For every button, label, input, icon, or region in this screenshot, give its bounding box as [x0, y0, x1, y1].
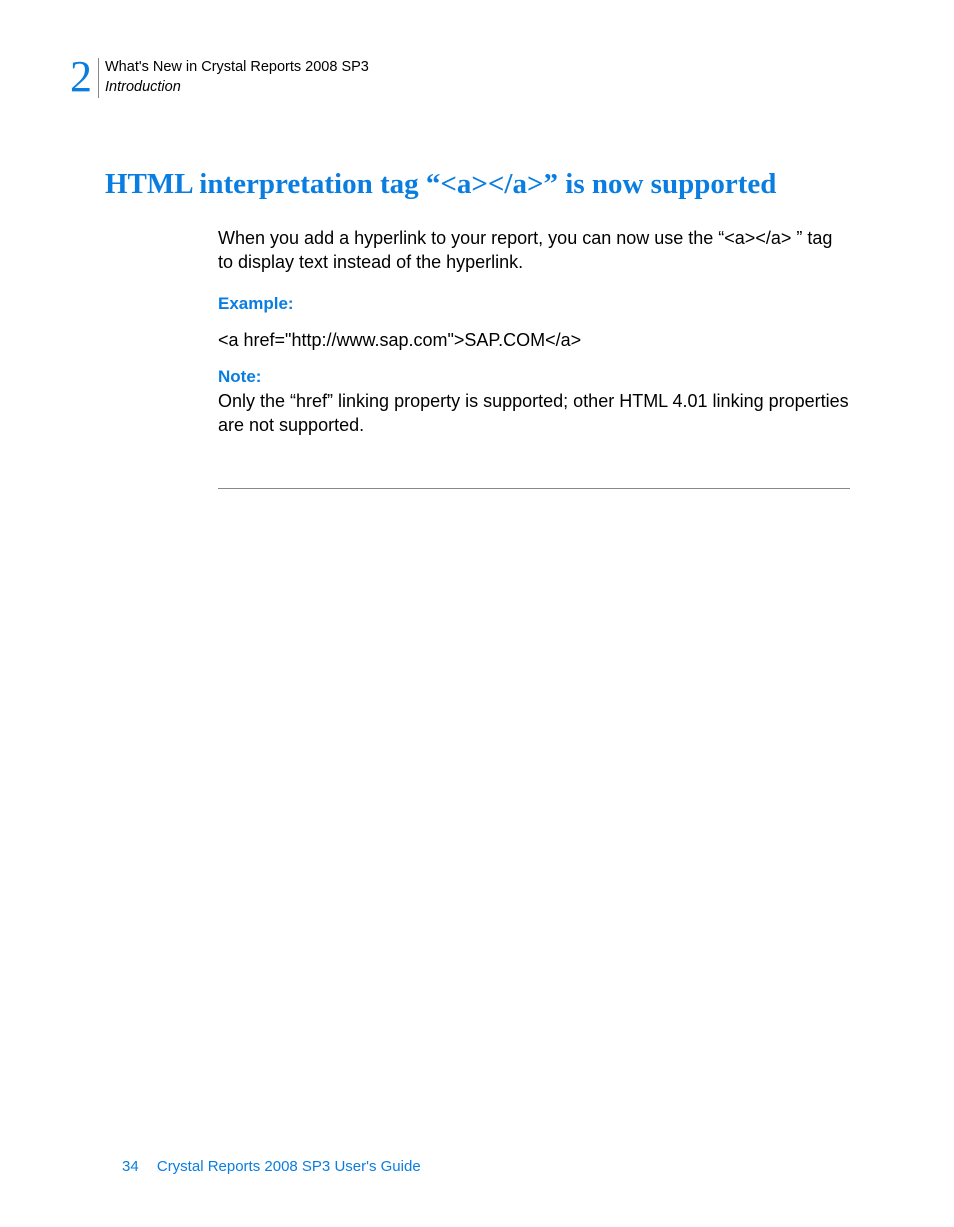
section-divider: [218, 488, 850, 489]
page-header: 2 What's New in Crystal Reports 2008 SP3…: [70, 55, 369, 99]
section-heading: HTML interpretation tag “<a></a>” is now…: [105, 168, 776, 201]
page-footer: 34 Crystal Reports 2008 SP3 User's Guide: [122, 1158, 421, 1175]
intro-paragraph: When you add a hyperlink to your report,…: [218, 226, 850, 275]
breadcrumb: What's New in Crystal Reports 2008 SP3: [105, 58, 369, 78]
example-label: Example:: [218, 293, 850, 316]
note-text: Only the “href” linking property is supp…: [218, 389, 850, 438]
header-divider: [98, 58, 99, 98]
note-label: Note:: [218, 366, 850, 389]
chapter-number: 2: [70, 55, 92, 99]
content-body: When you add a hyperlink to your report,…: [218, 226, 850, 437]
section-name: Introduction: [105, 78, 369, 98]
header-text: What's New in Crystal Reports 2008 SP3 I…: [105, 55, 369, 97]
example-code: <a href="http://www.sap.com">SAP.COM</a>: [218, 328, 850, 352]
page-number: 34: [122, 1158, 139, 1175]
doc-title: Crystal Reports 2008 SP3 User's Guide: [157, 1158, 421, 1175]
